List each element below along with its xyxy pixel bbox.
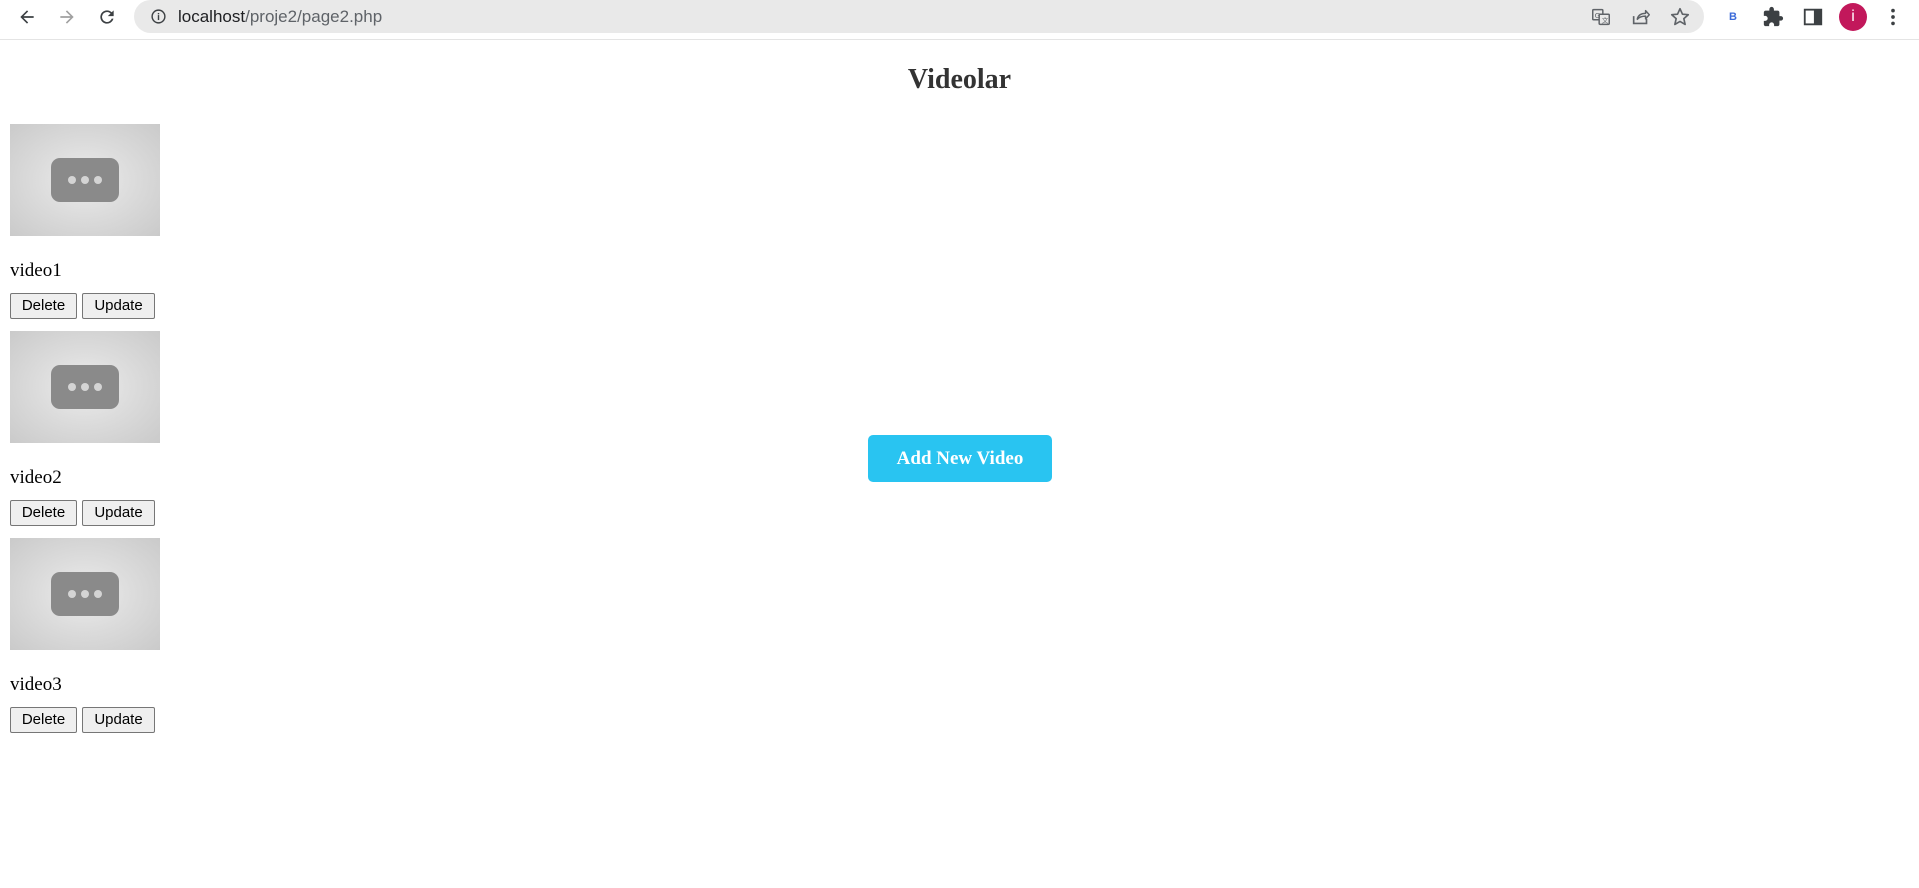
bookmark-button[interactable] — [1669, 6, 1691, 28]
url-path: /proje2/page2.php — [245, 7, 383, 26]
delete-button[interactable]: Delete — [10, 707, 77, 733]
svg-text:文: 文 — [1602, 16, 1609, 25]
video-placeholder-icon — [51, 365, 119, 409]
video-thumbnail[interactable] — [10, 538, 160, 650]
video-thumbnail[interactable] — [10, 124, 160, 236]
browser-toolbar: localhost/proje2/page2.php G文 B i — [0, 0, 1919, 40]
side-panel-button[interactable] — [1801, 5, 1825, 29]
update-button[interactable]: Update — [82, 707, 155, 733]
delete-button[interactable]: Delete — [10, 500, 77, 526]
forward-button[interactable] — [49, 0, 85, 34]
address-bar[interactable]: localhost/proje2/page2.php G文 — [134, 0, 1704, 33]
share-icon — [1632, 9, 1650, 25]
video-placeholder-icon — [51, 158, 119, 202]
arrow-right-icon — [60, 10, 74, 24]
star-icon — [1670, 7, 1690, 26]
arrow-left-icon — [20, 10, 34, 24]
back-button[interactable] — [9, 0, 45, 34]
video-placeholder-icon — [51, 572, 119, 616]
video-name: video2 — [10, 467, 62, 488]
puzzle-icon — [1763, 6, 1784, 27]
profile-initial: i — [1851, 8, 1855, 25]
svg-text:G: G — [1595, 11, 1601, 20]
share-button[interactable] — [1630, 6, 1652, 28]
video-thumbnail[interactable] — [10, 331, 160, 443]
url-host: localhost — [178, 7, 246, 26]
reload-button[interactable] — [89, 0, 125, 34]
reload-icon — [100, 10, 114, 24]
video-name: video1 — [10, 260, 62, 281]
video-name: video3 — [10, 674, 62, 695]
translate-icon: G文 — [1592, 8, 1610, 26]
update-button[interactable]: Update — [82, 500, 155, 526]
add-new-video-button[interactable]: Add New Video — [868, 435, 1052, 482]
extensions-button[interactable] — [1761, 5, 1785, 29]
delete-button[interactable]: Delete — [10, 293, 77, 319]
more-vert-icon — [1891, 8, 1895, 26]
translate-button[interactable]: G文 — [1590, 6, 1612, 28]
extension-b-icon: B — [1729, 11, 1737, 23]
menu-button[interactable] — [1881, 5, 1905, 29]
url-text[interactable]: localhost/proje2/page2.php — [178, 7, 382, 27]
extension-b-button[interactable]: B — [1721, 5, 1745, 29]
side-panel-icon — [1803, 8, 1823, 26]
update-button[interactable]: Update — [82, 293, 155, 319]
page-title: Videolar — [907, 64, 1012, 95]
profile-avatar[interactable]: i — [1839, 3, 1867, 31]
info-icon[interactable] — [150, 8, 167, 25]
